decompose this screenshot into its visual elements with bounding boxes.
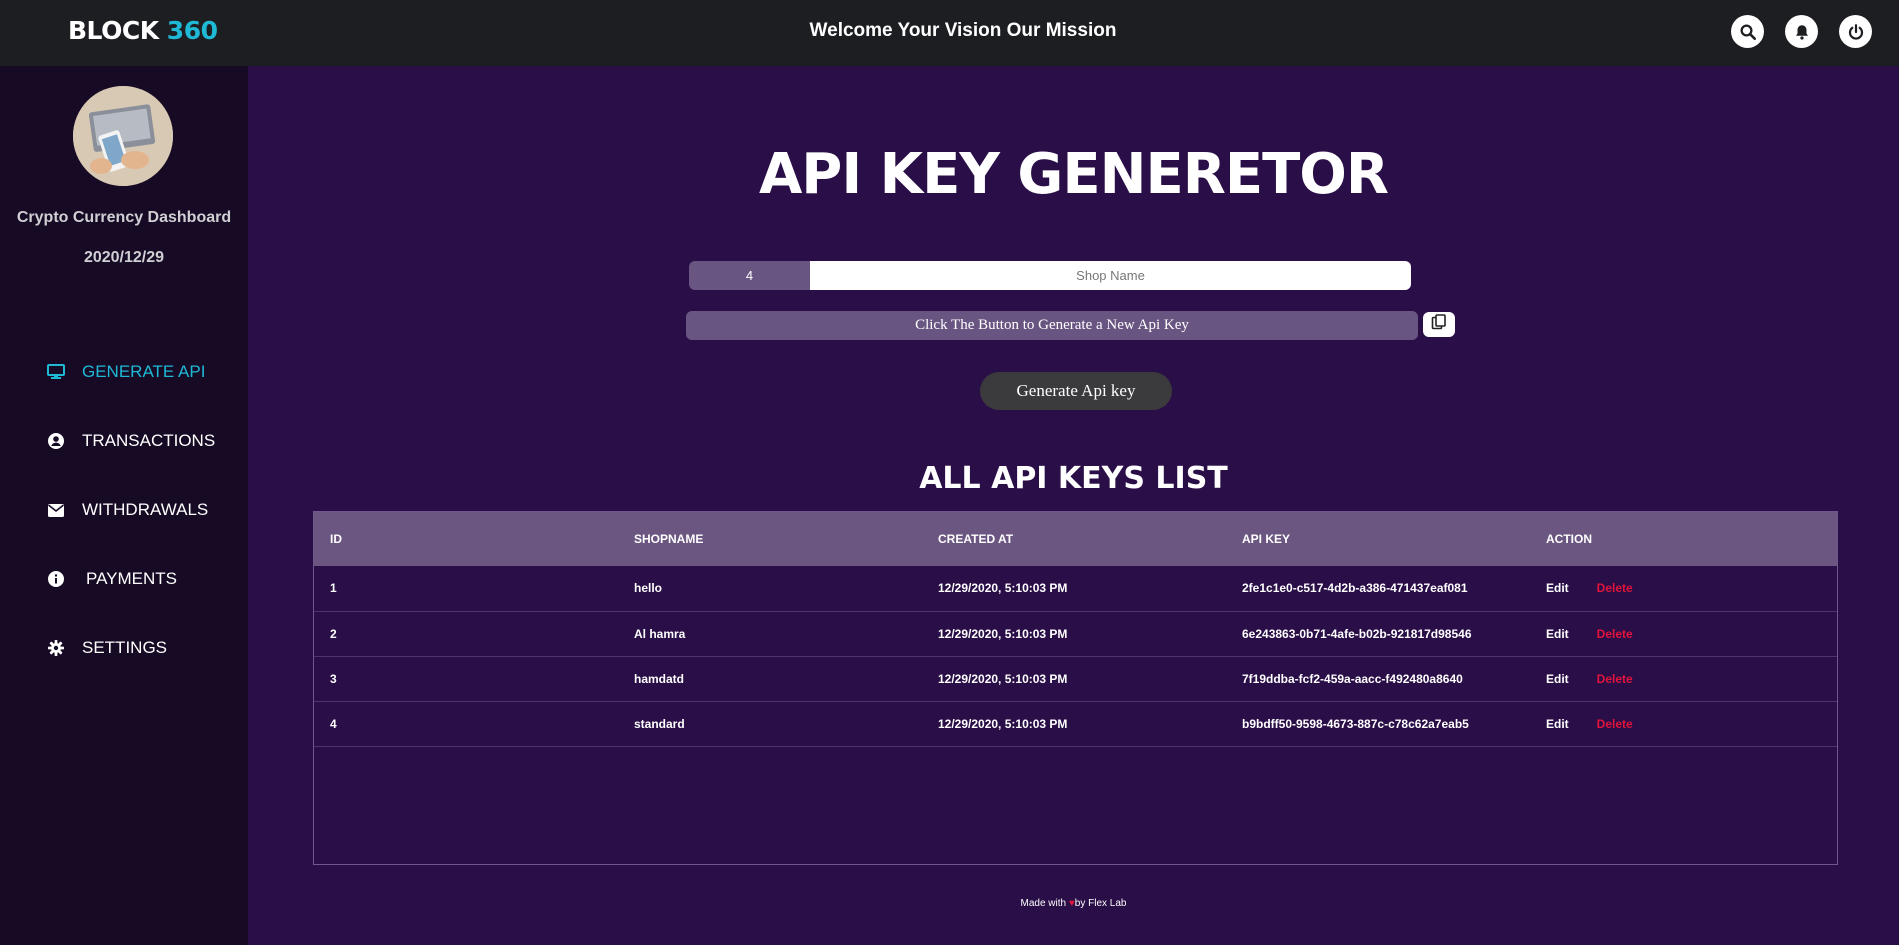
table-row: 3 hamdatd 12/29/2020, 5:10:03 PM 7f19ddb…: [314, 656, 1837, 701]
sidebar-item-label: TRANSACTIONS: [82, 431, 216, 450]
list-title: ALL API KEYS LIST: [919, 461, 1228, 496]
search-icon[interactable]: [1731, 15, 1764, 48]
avatar: [73, 86, 173, 186]
copy-icon: [1431, 314, 1447, 335]
sidebar-title: Crypto Currency Dashboard: [16, 209, 232, 226]
sidebar-date: 2020/12/29: [83, 249, 165, 266]
column-header-api-key: API KEY: [1242, 532, 1291, 546]
header-title: Welcome Your Vision Our Mission: [809, 20, 1117, 41]
sidebar-item-label: SETTINGS: [82, 638, 168, 657]
cell-id: 3: [330, 671, 337, 686]
shop-name-input[interactable]: [810, 261, 1411, 290]
delete-button[interactable]: Delete: [1597, 627, 1633, 641]
info-icon: [46, 569, 66, 589]
sidebar: Crypto Currency Dashboard 2020/12/29 GEN…: [0, 66, 248, 945]
table-row: 1 hello 12/29/2020, 5:10:03 PM 2fe1c1e0-…: [314, 566, 1837, 611]
api-key-display: Click The Button to Generate a New Api K…: [686, 311, 1418, 340]
api-keys-table: ID SHOPNAME CREATED AT API KEY ACTION 1 …: [313, 511, 1838, 865]
column-header-id: ID: [330, 532, 342, 546]
cell-api-key: 7f19ddba-fcf2-459a-aacc-f492480a8640: [1242, 671, 1463, 686]
user-circle-icon: [46, 431, 66, 451]
sidebar-item-label: PAYMENTS: [86, 569, 177, 588]
sidebar-item-label: WITHDRAWALS: [82, 500, 209, 519]
cell-action: Edit Delete: [1530, 701, 1837, 746]
footer-suffix: by Flex Lab: [1074, 898, 1127, 909]
cell-shopname: Al hamra: [634, 626, 686, 641]
cell-created-at: 12/29/2020, 5:10:03 PM: [938, 716, 1068, 731]
copy-button[interactable]: [1423, 312, 1455, 337]
power-icon[interactable]: [1839, 15, 1872, 48]
shop-id-field: 4: [689, 261, 810, 290]
cell-shopname: hello: [634, 581, 663, 596]
sidebar-item-generate-api[interactable]: GENERATE API: [46, 362, 205, 382]
edit-button[interactable]: Edit: [1546, 717, 1569, 731]
sidebar-item-label: GENERATE API: [82, 362, 206, 381]
footer-prefix: Made with: [1020, 898, 1067, 909]
footer: Made with ♥by Flex Lab: [248, 898, 1899, 909]
edit-button[interactable]: Edit: [1546, 581, 1569, 595]
cell-api-key: 2fe1c1e0-c517-4d2b-a386-471437eaf081: [1242, 581, 1468, 596]
gear-icon: [46, 638, 66, 658]
cell-api-key: 6e243863-0b71-4afe-b02b-921817d98546: [1242, 626, 1472, 641]
cell-id: 2: [330, 626, 337, 641]
column-header-action: ACTION: [1546, 532, 1592, 546]
delete-button[interactable]: Delete: [1597, 581, 1633, 595]
cell-shopname: standard: [634, 716, 685, 731]
cell-created-at: 12/29/2020, 5:10:03 PM: [938, 581, 1068, 596]
edit-button[interactable]: Edit: [1546, 627, 1569, 641]
page-title: API KEY GENERETOR: [758, 142, 1389, 207]
column-header-shopname: SHOPNAME: [634, 532, 704, 546]
cell-api-key: b9bdff50-9598-4673-887c-c78c62a7eab5: [1242, 716, 1469, 731]
table-row: 2 Al hamra 12/29/2020, 5:10:03 PM 6e2438…: [314, 611, 1837, 656]
generate-api-key-button[interactable]: Generate Api key: [980, 372, 1172, 410]
table-header-row: ID SHOPNAME CREATED AT API KEY ACTION: [314, 512, 1837, 566]
cell-id: 1: [330, 581, 337, 596]
bell-icon[interactable]: [1785, 15, 1818, 48]
sidebar-item-payments[interactable]: PAYMENTS: [46, 569, 177, 589]
envelope-icon: [46, 500, 66, 520]
edit-button[interactable]: Edit: [1546, 672, 1569, 686]
table-row: 4 standard 12/29/2020, 5:10:03 PM b9bdff…: [314, 701, 1837, 746]
cell-id: 4: [330, 716, 337, 731]
delete-button[interactable]: Delete: [1597, 672, 1633, 686]
column-header-created-at: CREATED AT: [938, 532, 1014, 546]
sidebar-item-withdrawals[interactable]: WITHDRAWALS: [46, 500, 208, 520]
cell-shopname: hamdatd: [634, 671, 685, 686]
cell-action: Edit Delete: [1530, 611, 1837, 656]
sidebar-item-settings[interactable]: SETTINGS: [46, 638, 167, 658]
cell-action: Edit Delete: [1530, 656, 1837, 701]
cell-created-at: 12/29/2020, 5:10:03 PM: [938, 626, 1068, 641]
cell-action: Edit Delete: [1530, 566, 1837, 611]
delete-button[interactable]: Delete: [1597, 717, 1633, 731]
monitor-icon: [46, 362, 66, 382]
top-bar: BLOCK 360 Welcome Your Vision Our Missio…: [0, 0, 1899, 66]
cell-created-at: 12/29/2020, 5:10:03 PM: [938, 671, 1068, 686]
sidebar-item-transactions[interactable]: TRANSACTIONS: [46, 431, 215, 451]
